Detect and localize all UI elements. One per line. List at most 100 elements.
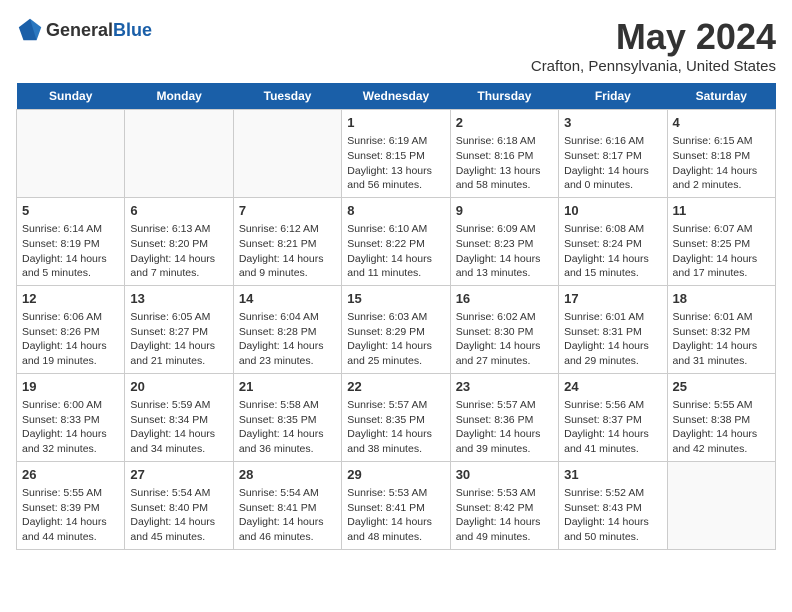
- cell-line: Sunset: 8:41 PM: [347, 501, 444, 516]
- day-number: 11: [673, 202, 770, 220]
- cell-line: Daylight: 14 hours and 44 minutes.: [22, 515, 119, 544]
- calendar-cell: [125, 110, 233, 198]
- cell-line: Sunset: 8:33 PM: [22, 413, 119, 428]
- day-header-thursday: Thursday: [450, 83, 558, 110]
- calendar-cell: 18Sunrise: 6:01 AMSunset: 8:32 PMDayligh…: [667, 285, 775, 373]
- calendar-cell: 6Sunrise: 6:13 AMSunset: 8:20 PMDaylight…: [125, 197, 233, 285]
- cell-line: Daylight: 14 hours and 45 minutes.: [130, 515, 227, 544]
- cell-line: Sunset: 8:28 PM: [239, 325, 336, 340]
- cell-line: Daylight: 14 hours and 42 minutes.: [673, 427, 770, 456]
- cell-line: Sunset: 8:34 PM: [130, 413, 227, 428]
- cell-line: Sunset: 8:19 PM: [22, 237, 119, 252]
- cell-line: Daylight: 14 hours and 15 minutes.: [564, 252, 661, 281]
- day-number: 10: [564, 202, 661, 220]
- cell-line: Daylight: 14 hours and 34 minutes.: [130, 427, 227, 456]
- cell-line: Sunset: 8:26 PM: [22, 325, 119, 340]
- cell-line: Sunset: 8:36 PM: [456, 413, 553, 428]
- calendar-cell: 27 Sunrise: 5:54 AMSunset: 8:40 PMDayligh…: [125, 461, 233, 549]
- cell-line: Daylight: 14 hours and 49 minutes.: [456, 515, 553, 544]
- calendar-cell: 13Sunrise: 6:05 AMSunset: 8:27 PMDayligh…: [125, 285, 233, 373]
- cell-line: Sunset: 8:30 PM: [456, 325, 553, 340]
- cell-line: Sunrise: 5:52 AM: [564, 486, 661, 501]
- cell-line: Sunrise: 6:08 AM: [564, 222, 661, 237]
- day-number: 28: [239, 466, 336, 484]
- calendar-cell: [233, 110, 341, 198]
- day-header-sunday: Sunday: [17, 83, 125, 110]
- day-number: 2: [456, 114, 553, 132]
- day-number: 5: [22, 202, 119, 220]
- cell-line: Sunrise: 6:05 AM: [130, 310, 227, 325]
- calendar-cell: 31Sunrise: 5:52 AMSunset: 8:43 PMDayligh…: [559, 461, 667, 549]
- cell-line: Sunrise: 5:54 AM: [130, 486, 227, 501]
- cell-line: Sunrise: 6:19 AM: [347, 134, 444, 149]
- cell-line: Sunrise: 6:12 AM: [239, 222, 336, 237]
- cell-line: Sunset: 8:42 PM: [456, 501, 553, 516]
- cell-line: Daylight: 14 hours and 46 minutes.: [239, 515, 336, 544]
- calendar-cell: 15Sunrise: 6:03 AMSunset: 8:29 PMDayligh…: [342, 285, 450, 373]
- calendar-cell: 2Sunrise: 6:18 AMSunset: 8:16 PMDaylight…: [450, 110, 558, 198]
- day-number: 23: [456, 378, 553, 396]
- cell-line: Daylight: 14 hours and 5 minutes.: [22, 252, 119, 281]
- calendar-cell: 17Sunrise: 6:01 AMSunset: 8:31 PMDayligh…: [559, 285, 667, 373]
- calendar-cell: 30Sunrise: 5:53 AMSunset: 8:42 PMDayligh…: [450, 461, 558, 549]
- sub-title: Crafton, Pennsylvania, United States: [531, 58, 776, 75]
- day-number: 31: [564, 466, 661, 484]
- day-number: 7: [239, 202, 336, 220]
- day-number: 18: [673, 290, 770, 308]
- calendar-cell: [17, 110, 125, 198]
- day-number: 25: [673, 378, 770, 396]
- calendar-cell: 7Sunrise: 6:12 AMSunset: 8:21 PMDaylight…: [233, 197, 341, 285]
- calendar-cell: 29Sunrise: 5:53 AMSunset: 8:41 PMDayligh…: [342, 461, 450, 549]
- day-number: 21: [239, 378, 336, 396]
- cell-line: Sunset: 8:32 PM: [673, 325, 770, 340]
- week-row-4: 19Sunrise: 6:00 AMSunset: 8:33 PMDayligh…: [17, 373, 776, 461]
- cell-line: Daylight: 14 hours and 21 minutes.: [130, 339, 227, 368]
- cell-line: Sunrise: 6:18 AM: [456, 134, 553, 149]
- cell-line: Daylight: 13 hours and 56 minutes.: [347, 164, 444, 193]
- logo-general: General: [46, 20, 113, 40]
- cell-line: Daylight: 14 hours and 13 minutes.: [456, 252, 553, 281]
- cell-line: Sunrise: 5:53 AM: [456, 486, 553, 501]
- calendar-cell: 20Sunrise: 5:59 AMSunset: 8:34 PMDayligh…: [125, 373, 233, 461]
- cell-line: Sunrise: 6:14 AM: [22, 222, 119, 237]
- logo: GeneralBlue: [16, 16, 152, 44]
- cell-line: Sunset: 8:43 PM: [564, 501, 661, 516]
- cell-line: Sunrise: 5:58 AM: [239, 398, 336, 413]
- cell-line: Daylight: 14 hours and 27 minutes.: [456, 339, 553, 368]
- day-header-tuesday: Tuesday: [233, 83, 341, 110]
- header-row: SundayMondayTuesdayWednesdayThursdayFrid…: [17, 83, 776, 110]
- cell-line: Sunset: 8:41 PM: [239, 501, 336, 516]
- cell-line: Sunrise: 6:03 AM: [347, 310, 444, 325]
- cell-line: Sunrise: 6:16 AM: [564, 134, 661, 149]
- day-number: 26: [22, 466, 119, 484]
- cell-line: Daylight: 14 hours and 32 minutes.: [22, 427, 119, 456]
- cell-line: Sunset: 8:38 PM: [673, 413, 770, 428]
- calendar-cell: 8Sunrise: 6:10 AMSunset: 8:22 PMDaylight…: [342, 197, 450, 285]
- cell-line: Sunrise: 5:59 AM: [130, 398, 227, 413]
- calendar-cell: 16Sunrise: 6:02 AMSunset: 8:30 PMDayligh…: [450, 285, 558, 373]
- calendar-cell: 9Sunrise: 6:09 AMSunset: 8:23 PMDaylight…: [450, 197, 558, 285]
- main-title: May 2024: [531, 16, 776, 58]
- calendar-cell: 24Sunrise: 5:56 AMSunset: 8:37 PMDayligh…: [559, 373, 667, 461]
- week-row-1: 1Sunrise: 6:19 AMSunset: 8:15 PMDaylight…: [17, 110, 776, 198]
- day-number: 3: [564, 114, 661, 132]
- cell-line: Daylight: 14 hours and 25 minutes.: [347, 339, 444, 368]
- calendar-cell: 14Sunrise: 6:04 AMSunset: 8:28 PMDayligh…: [233, 285, 341, 373]
- cell-line: Sunrise: 6:10 AM: [347, 222, 444, 237]
- calendar-cell: 28Sunrise: 5:54 AMSunset: 8:41 PMDayligh…: [233, 461, 341, 549]
- week-row-2: 5Sunrise: 6:14 AMSunset: 8:19 PMDaylight…: [17, 197, 776, 285]
- day-number: 27: [130, 466, 227, 484]
- cell-line: Daylight: 14 hours and 2 minutes.: [673, 164, 770, 193]
- day-number: 17: [564, 290, 661, 308]
- cell-line: Sunset: 8:40 PM: [130, 501, 227, 516]
- cell-line: Sunset: 8:35 PM: [347, 413, 444, 428]
- cell-line: Daylight: 14 hours and 0 minutes.: [564, 164, 661, 193]
- cell-line: Daylight: 13 hours and 58 minutes.: [456, 164, 553, 193]
- day-number: 4: [673, 114, 770, 132]
- cell-line: Sunset: 8:17 PM: [564, 149, 661, 164]
- cell-line: Sunrise: 6:00 AM: [22, 398, 119, 413]
- cell-line: Sunrise: 6:01 AM: [564, 310, 661, 325]
- day-number: 8: [347, 202, 444, 220]
- calendar-cell: 22Sunrise: 5:57 AMSunset: 8:35 PMDayligh…: [342, 373, 450, 461]
- cell-line: Sunrise: 5:57 AM: [347, 398, 444, 413]
